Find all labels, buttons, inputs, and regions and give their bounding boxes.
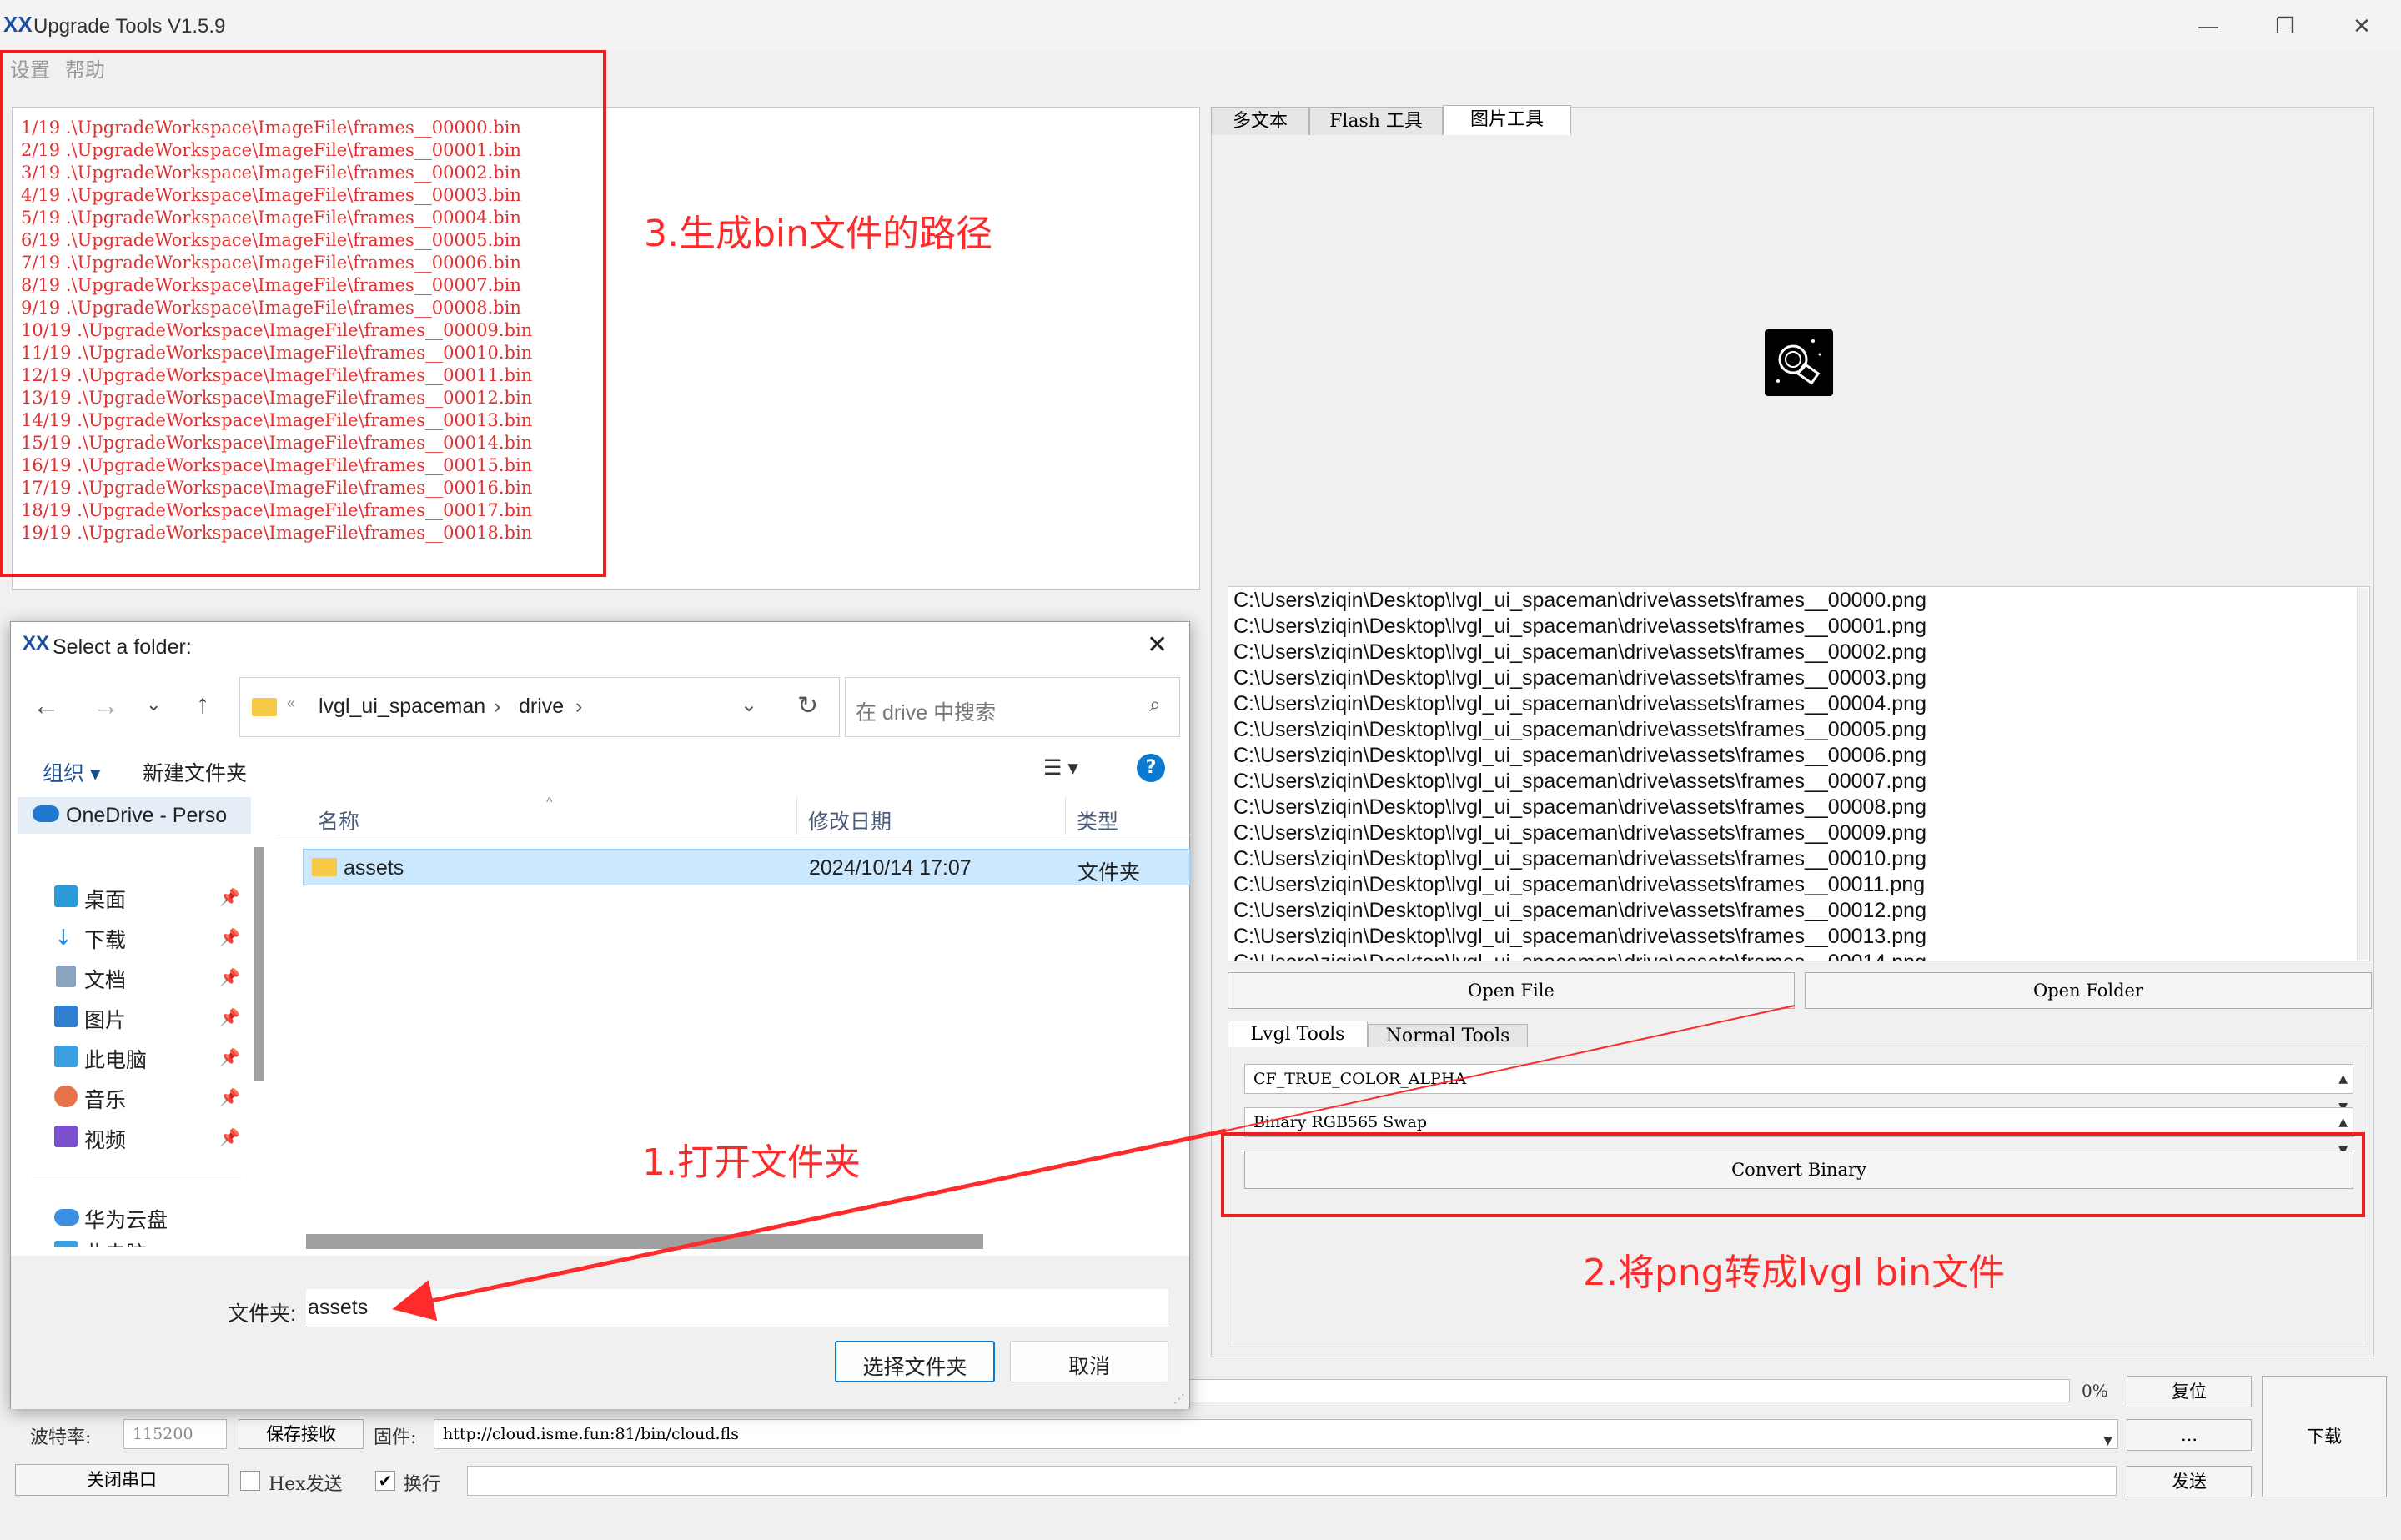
arrow-to-folder-input [392, 1128, 1227, 1322]
arrow-to-open-file [1225, 1005, 1796, 1131]
annotation-arrows [392, 1005, 1796, 1322]
